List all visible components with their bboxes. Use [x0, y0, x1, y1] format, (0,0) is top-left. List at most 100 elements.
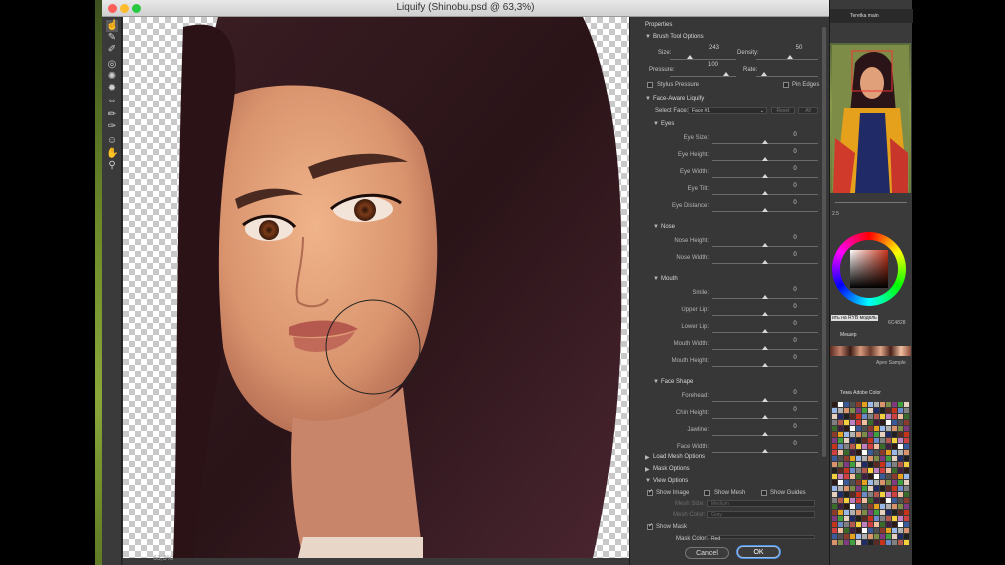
color-swatch[interactable]: [868, 498, 873, 503]
slider-value[interactable]: 0: [784, 200, 806, 207]
color-swatch[interactable]: [886, 504, 891, 509]
color-swatch[interactable]: [862, 486, 867, 491]
slider-thumb[interactable]: [762, 432, 768, 436]
color-swatch[interactable]: [904, 498, 909, 503]
size-value[interactable]: 243: [703, 45, 725, 52]
color-swatch[interactable]: [844, 522, 849, 527]
color-swatch[interactable]: [904, 420, 909, 425]
color-swatch[interactable]: [850, 510, 855, 515]
color-swatch[interactable]: [898, 480, 903, 485]
color-swatch[interactable]: [898, 522, 903, 527]
show-image-checkbox[interactable]: [647, 488, 653, 496]
color-swatch[interactable]: [886, 426, 891, 431]
load-mesh-options-header[interactable]: Load Mesh Options: [653, 454, 705, 460]
color-swatch[interactable]: [832, 480, 837, 485]
density-slider-thumb[interactable]: [787, 55, 793, 59]
color-swatch[interactable]: [892, 480, 897, 485]
color-swatch[interactable]: [862, 492, 867, 497]
color-swatch[interactable]: [874, 486, 879, 491]
color-swatch[interactable]: [880, 402, 885, 407]
color-swatch[interactable]: [886, 480, 891, 485]
color-swatch[interactable]: [838, 414, 843, 419]
color-swatch[interactable]: [868, 420, 873, 425]
color-swatch[interactable]: [844, 426, 849, 431]
mask-color-dropdown[interactable]: Red: [707, 535, 815, 542]
face-aware-liquify-header[interactable]: Face-Aware Liquify: [653, 96, 704, 102]
color-swatch[interactable]: [874, 402, 879, 407]
color-swatch[interactable]: [856, 468, 861, 473]
color-swatch[interactable]: [844, 540, 849, 545]
slider-value[interactable]: 0: [784, 355, 806, 362]
color-swatch[interactable]: [886, 486, 891, 491]
face-tool-icon[interactable]: ☺: [106, 135, 118, 147]
color-swatch[interactable]: [874, 456, 879, 461]
color-swatch[interactable]: [850, 450, 855, 455]
color-swatch[interactable]: [844, 534, 849, 539]
color-swatch[interactable]: [904, 450, 909, 455]
color-swatch[interactable]: [862, 480, 867, 485]
slider-thumb[interactable]: [762, 208, 768, 212]
color-swatch[interactable]: [856, 528, 861, 533]
color-swatch[interactable]: [838, 534, 843, 539]
expand-arrow-icon[interactable]: ▼: [653, 121, 659, 127]
color-swatch[interactable]: [862, 528, 867, 533]
color-swatch[interactable]: [874, 432, 879, 437]
color-swatch[interactable]: [868, 492, 873, 497]
color-swatch[interactable]: [904, 504, 909, 509]
color-swatch[interactable]: [892, 534, 897, 539]
color-swatch[interactable]: [874, 462, 879, 467]
zoom-level[interactable]: 63,3%: [153, 555, 173, 562]
color-swatch[interactable]: [844, 456, 849, 461]
color-swatch[interactable]: [862, 456, 867, 461]
color-swatch[interactable]: [844, 444, 849, 449]
color-swatch[interactable]: [844, 468, 849, 473]
color-swatch[interactable]: [856, 420, 861, 425]
color-swatch[interactable]: [886, 510, 891, 515]
color-swatch[interactable]: [868, 480, 873, 485]
color-swatch[interactable]: [898, 510, 903, 515]
color-swatch[interactable]: [868, 456, 873, 461]
color-swatch[interactable]: [850, 408, 855, 413]
color-swatch[interactable]: [844, 420, 849, 425]
color-swatch[interactable]: [856, 426, 861, 431]
color-swatch[interactable]: [856, 522, 861, 527]
color-swatch[interactable]: [850, 468, 855, 473]
color-swatch[interactable]: [832, 474, 837, 479]
color-swatch[interactable]: [898, 414, 903, 419]
color-swatch[interactable]: [838, 432, 843, 437]
adobe-color-tab[interactable]: Тема Adobe Color: [840, 390, 881, 396]
color-swatch[interactable]: [862, 438, 867, 443]
color-swatch[interactable]: [850, 474, 855, 479]
color-swatch[interactable]: [832, 504, 837, 509]
color-swatch[interactable]: [880, 456, 885, 461]
slider-value[interactable]: 0: [784, 321, 806, 328]
slider-value[interactable]: 0: [784, 149, 806, 156]
color-swatch[interactable]: [868, 444, 873, 449]
group-header-mouth[interactable]: Mouth: [661, 276, 678, 282]
color-wheel[interactable]: [832, 232, 906, 306]
color-swatch[interactable]: [904, 408, 909, 413]
color-swatch[interactable]: [892, 450, 897, 455]
color-swatch[interactable]: [850, 402, 855, 407]
color-swatch[interactable]: [856, 414, 861, 419]
reconstruct-icon[interactable]: ✎: [106, 32, 118, 44]
color-swatch[interactable]: [868, 504, 873, 509]
color-swatch[interactable]: [868, 486, 873, 491]
slider-thumb[interactable]: [762, 140, 768, 144]
stylus-pressure-checkbox[interactable]: [647, 82, 653, 88]
color-swatch[interactable]: [838, 522, 843, 527]
pressure-slider-thumb[interactable]: [723, 72, 729, 76]
color-swatch[interactable]: [880, 432, 885, 437]
brush-tool-options-header[interactable]: Brush Tool Options: [653, 34, 704, 40]
color-swatch[interactable]: [832, 426, 837, 431]
color-swatch[interactable]: [856, 450, 861, 455]
color-swatch[interactable]: [868, 426, 873, 431]
color-swatch[interactable]: [844, 438, 849, 443]
color-swatch[interactable]: [856, 456, 861, 461]
color-swatch[interactable]: [862, 510, 867, 515]
color-swatch[interactable]: [904, 474, 909, 479]
color-swatch[interactable]: [886, 528, 891, 533]
expand-arrow-icon[interactable]: ▼: [653, 224, 659, 230]
color-swatch[interactable]: [874, 420, 879, 425]
all-button[interactable]: All: [798, 107, 818, 114]
